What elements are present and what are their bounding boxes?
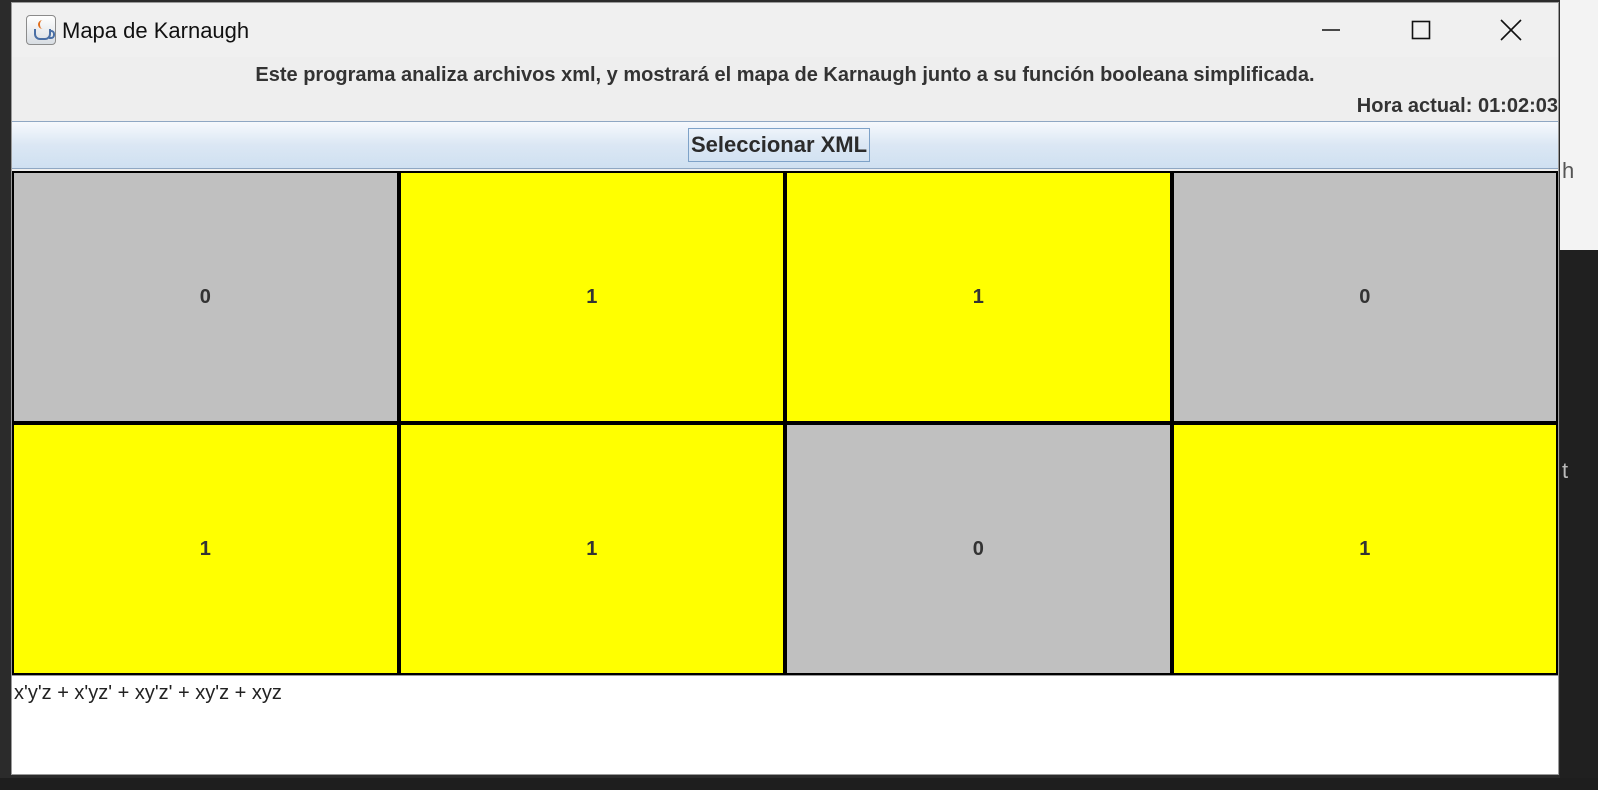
boolean-function-output[interactable]: x'y'z + x'yz' + xy'z' + xy'z + xyz — [12, 675, 1558, 774]
window-title: Mapa de Karnaugh — [62, 18, 250, 43]
select-xml-bar[interactable]: Seleccionar XML — [12, 121, 1558, 169]
close-button[interactable] — [1466, 3, 1556, 57]
kmap-cell: 0 — [785, 423, 1172, 675]
title-bar[interactable]: Mapa de Karnaugh — [12, 3, 1558, 57]
karnaugh-window: Mapa de Karnaugh Este programa analiza a… — [11, 2, 1559, 775]
kmap-cell: 1 — [398, 171, 785, 423]
description-label: Este programa analiza archivos xml, y mo… — [255, 64, 1315, 86]
clock-label: Hora actual: 01:02:03 — [1356, 95, 1558, 117]
kmap-cell: 1 — [12, 423, 399, 675]
kmap-cell: 1 — [1171, 423, 1558, 675]
select-xml-button[interactable]: Seleccionar XML — [688, 128, 871, 162]
maximize-button[interactable] — [1376, 3, 1466, 57]
background-taskbar-edge — [0, 778, 1598, 790]
kmap-cell: 0 — [12, 171, 399, 423]
background-window-strip — [1560, 250, 1598, 790]
background-text-fragment: t — [1562, 458, 1569, 483]
minimize-icon — [1322, 29, 1340, 31]
java-icon[interactable] — [26, 15, 56, 45]
karnaugh-map-grid: 0 1 1 0 1 1 0 1 — [12, 171, 1558, 675]
minimize-button[interactable] — [1286, 3, 1376, 57]
close-icon — [1500, 19, 1522, 41]
maximize-icon — [1411, 20, 1431, 40]
background-text-fragment: h — [1562, 158, 1575, 183]
kmap-cell: 1 — [398, 423, 785, 675]
kmap-cell: 1 — [785, 171, 1172, 423]
background-desktop: h t — [1560, 0, 1598, 790]
kmap-cell: 0 — [1171, 171, 1558, 423]
